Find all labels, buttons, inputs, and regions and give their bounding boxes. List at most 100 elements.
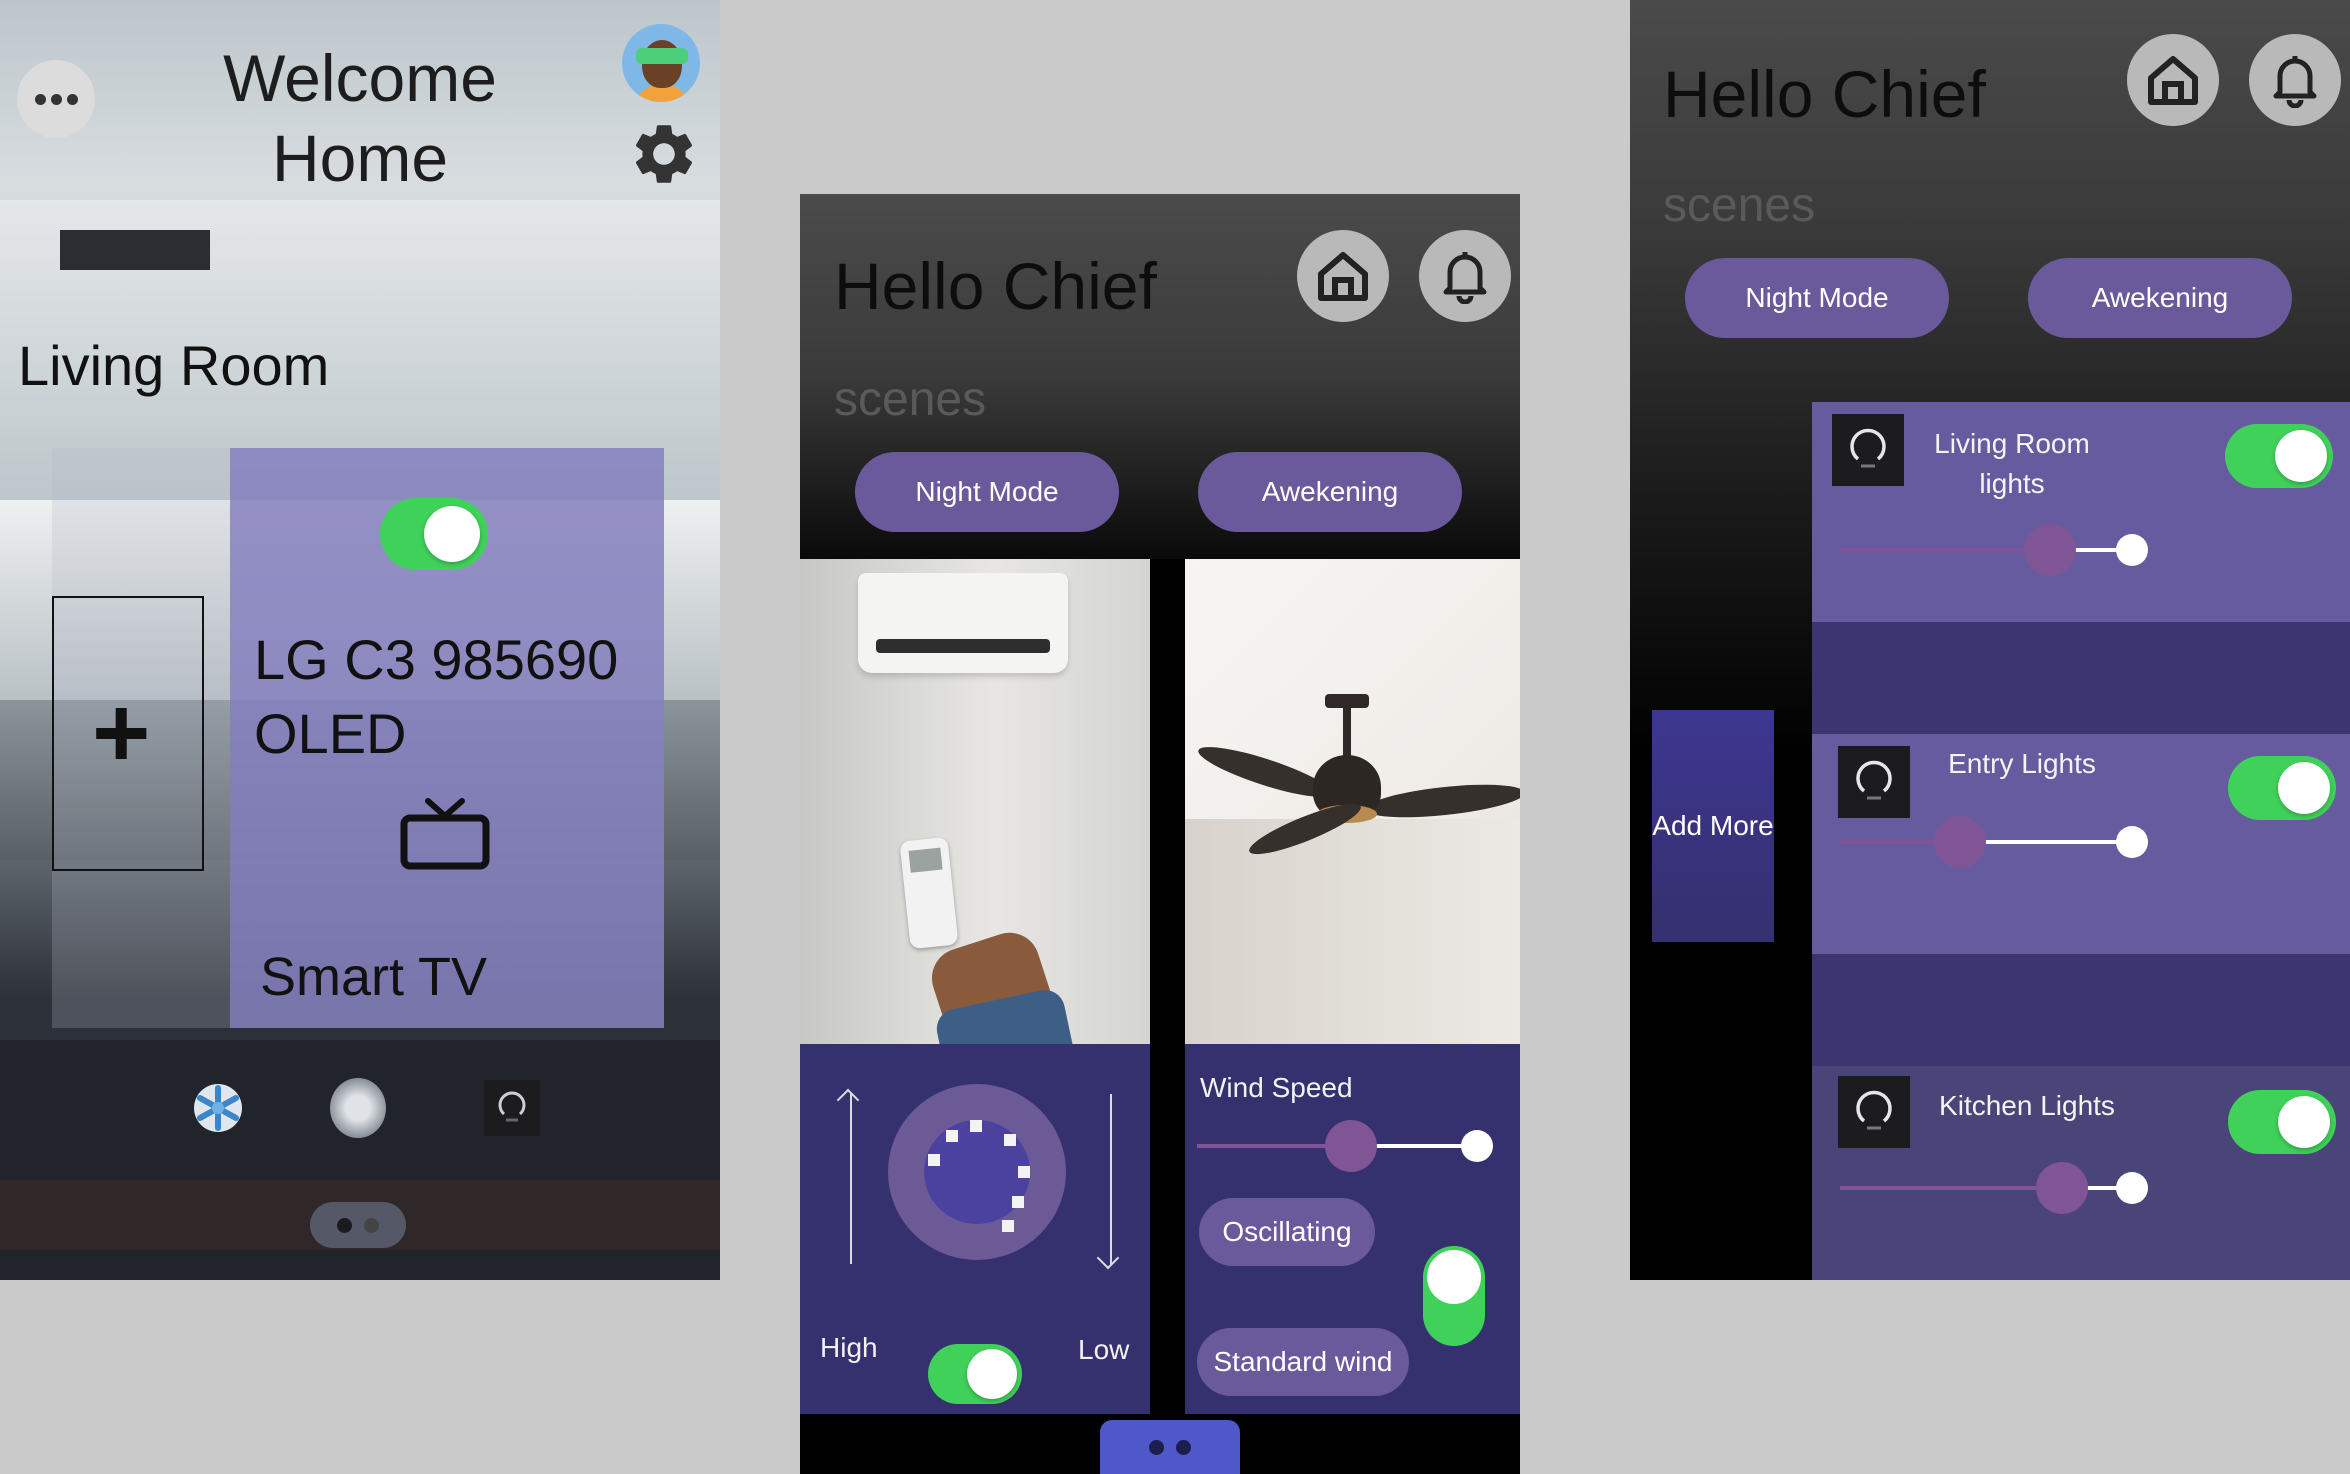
slider-fill [1840,548,2050,552]
scenes-label: scenes [834,373,987,426]
dial-dot [928,1154,940,1166]
light-power-toggle[interactable] [2225,424,2333,488]
home-button[interactable] [2127,34,2219,126]
light-card-living-room: Living Room lights [1812,402,2350,622]
scene-night-mode-button[interactable]: Night Mode [1685,258,1949,338]
slider-thumb[interactable] [1934,816,1986,868]
light-name: Entry Lights [1948,748,2096,779]
light-bulb-icon [1838,746,1910,818]
wall [1185,819,1520,1044]
wind-speed-label: Wind Speed [1200,1072,1353,1103]
wind-speed-slider[interactable] [1197,1120,1493,1172]
tv-power-toggle[interactable] [380,498,488,570]
page-indicator[interactable] [310,1202,406,1248]
home-icon [1318,252,1368,301]
dot [66,93,78,105]
light-bulb-icon [1832,414,1904,486]
add-more-button[interactable]: Add More [1652,710,1774,942]
avatar[interactable] [622,24,700,102]
light-card-entry: Entry Lights [1812,734,2350,954]
slider-end [2116,1172,2148,1204]
smart-tv-card[interactable]: LG C3 985690 OLED Smart TV [230,448,664,1028]
climate-control-screen: Hello Chief scenes Night Mode Awekening [800,194,1520,1474]
page-dot [364,1217,379,1233]
slider-thumb[interactable] [1325,1120,1377,1172]
plus-icon: + [92,677,151,789]
slider-end [1461,1130,1493,1162]
ceiling-fan-photo [1185,559,1520,1044]
light-name: Living Room lights [1934,428,2090,499]
toggle-knob [1427,1250,1481,1304]
light-bulb-icon [1850,428,1886,468]
fan-control-panel: Wind Speed Oscillating Standard wind [1185,1044,1520,1414]
card-spacer [1812,622,2350,734]
add-device-button[interactable]: + [52,596,204,871]
toggle-knob [2278,1096,2330,1148]
lights-control-screen: Hello Chief scenes Night Mode Awekening … [1630,0,2350,1280]
dial-dot [970,1120,982,1132]
temperature-dial[interactable] [888,1084,1066,1260]
air-conditioner-photo [800,559,1150,1044]
scene-night-mode-button[interactable]: Night Mode [855,452,1119,532]
slider-thumb[interactable] [2036,1162,2088,1214]
toggle-knob [424,506,480,562]
scenes-label: scenes [1663,179,1816,232]
tv-model-label: LG C3 985690 OLED [254,628,619,765]
notifications-button[interactable] [1419,230,1511,322]
ac-power-toggle[interactable] [928,1344,1022,1404]
avatar-visor [636,48,688,64]
slider-thumb[interactable] [2024,524,2076,576]
scene-awakening-button[interactable]: Awekening [2028,258,2292,338]
dial-dot [1004,1134,1016,1146]
scene-awakening-button[interactable]: Awekening [1198,452,1462,532]
home-icon [2148,56,2198,105]
brightness-slider[interactable] [1840,524,2148,576]
page-dot-active [337,1217,352,1233]
brightness-slider[interactable] [1840,1162,2148,1214]
brightness-slider[interactable] [1840,816,2148,868]
kitchen-hood-background [60,230,210,270]
high-label: High [820,1332,878,1363]
device-name: Smart TV [260,947,488,1007]
ac-vent [876,639,1050,653]
dial-dot [946,1130,958,1142]
slider-end [2116,534,2148,566]
slider-fill [1840,1186,2062,1190]
fan-blade [1363,778,1520,824]
standard-wind-button[interactable]: Standard wind [1197,1328,1409,1396]
remote-control [899,836,959,950]
title-line-1: Welcome [223,41,497,115]
page-indicator[interactable] [1100,1420,1240,1474]
light-bulb-icon [498,1091,526,1122]
temperature-down-arrow[interactable] [1110,1094,1112,1264]
gear-icon[interactable] [628,118,700,190]
light-power-toggle[interactable] [2228,756,2336,820]
notifications-button[interactable] [2249,34,2341,126]
light-bulb-icon[interactable] [484,1080,540,1136]
page-dot [1176,1439,1191,1455]
page-title: Hello Chief [834,249,1157,323]
fan-icon[interactable] [330,1078,386,1138]
room-title: Living Room [18,334,330,397]
oscillating-button[interactable]: Oscillating [1199,1198,1375,1266]
ac-unit [858,573,1068,673]
light-power-toggle[interactable] [2228,1090,2336,1154]
title-line-2: Home [271,121,449,195]
dot [34,93,46,105]
temperature-up-arrow[interactable] [850,1094,852,1264]
fan-mode-toggle[interactable] [1423,1246,1485,1346]
card-spacer [1812,954,2350,1066]
light-bulb-icon [1856,1090,1892,1130]
ac-icon[interactable] [190,1080,246,1136]
dial-dot [1002,1220,1014,1232]
dial-dot [1018,1166,1030,1178]
light-card-kitchen: Kitchen Lights [1812,1066,2350,1280]
tv-icon [400,798,490,870]
page-title: Hello Chief [1663,57,1986,131]
home-button[interactable] [1297,230,1389,322]
page-title: Welcome Home [190,38,530,198]
low-label: Low [1078,1334,1130,1365]
light-name: Kitchen Lights [1939,1090,2115,1121]
more-menu-button[interactable] [17,60,95,138]
lights-list: Living Room lights Entry Lights Kitchen … [1812,402,2350,1280]
